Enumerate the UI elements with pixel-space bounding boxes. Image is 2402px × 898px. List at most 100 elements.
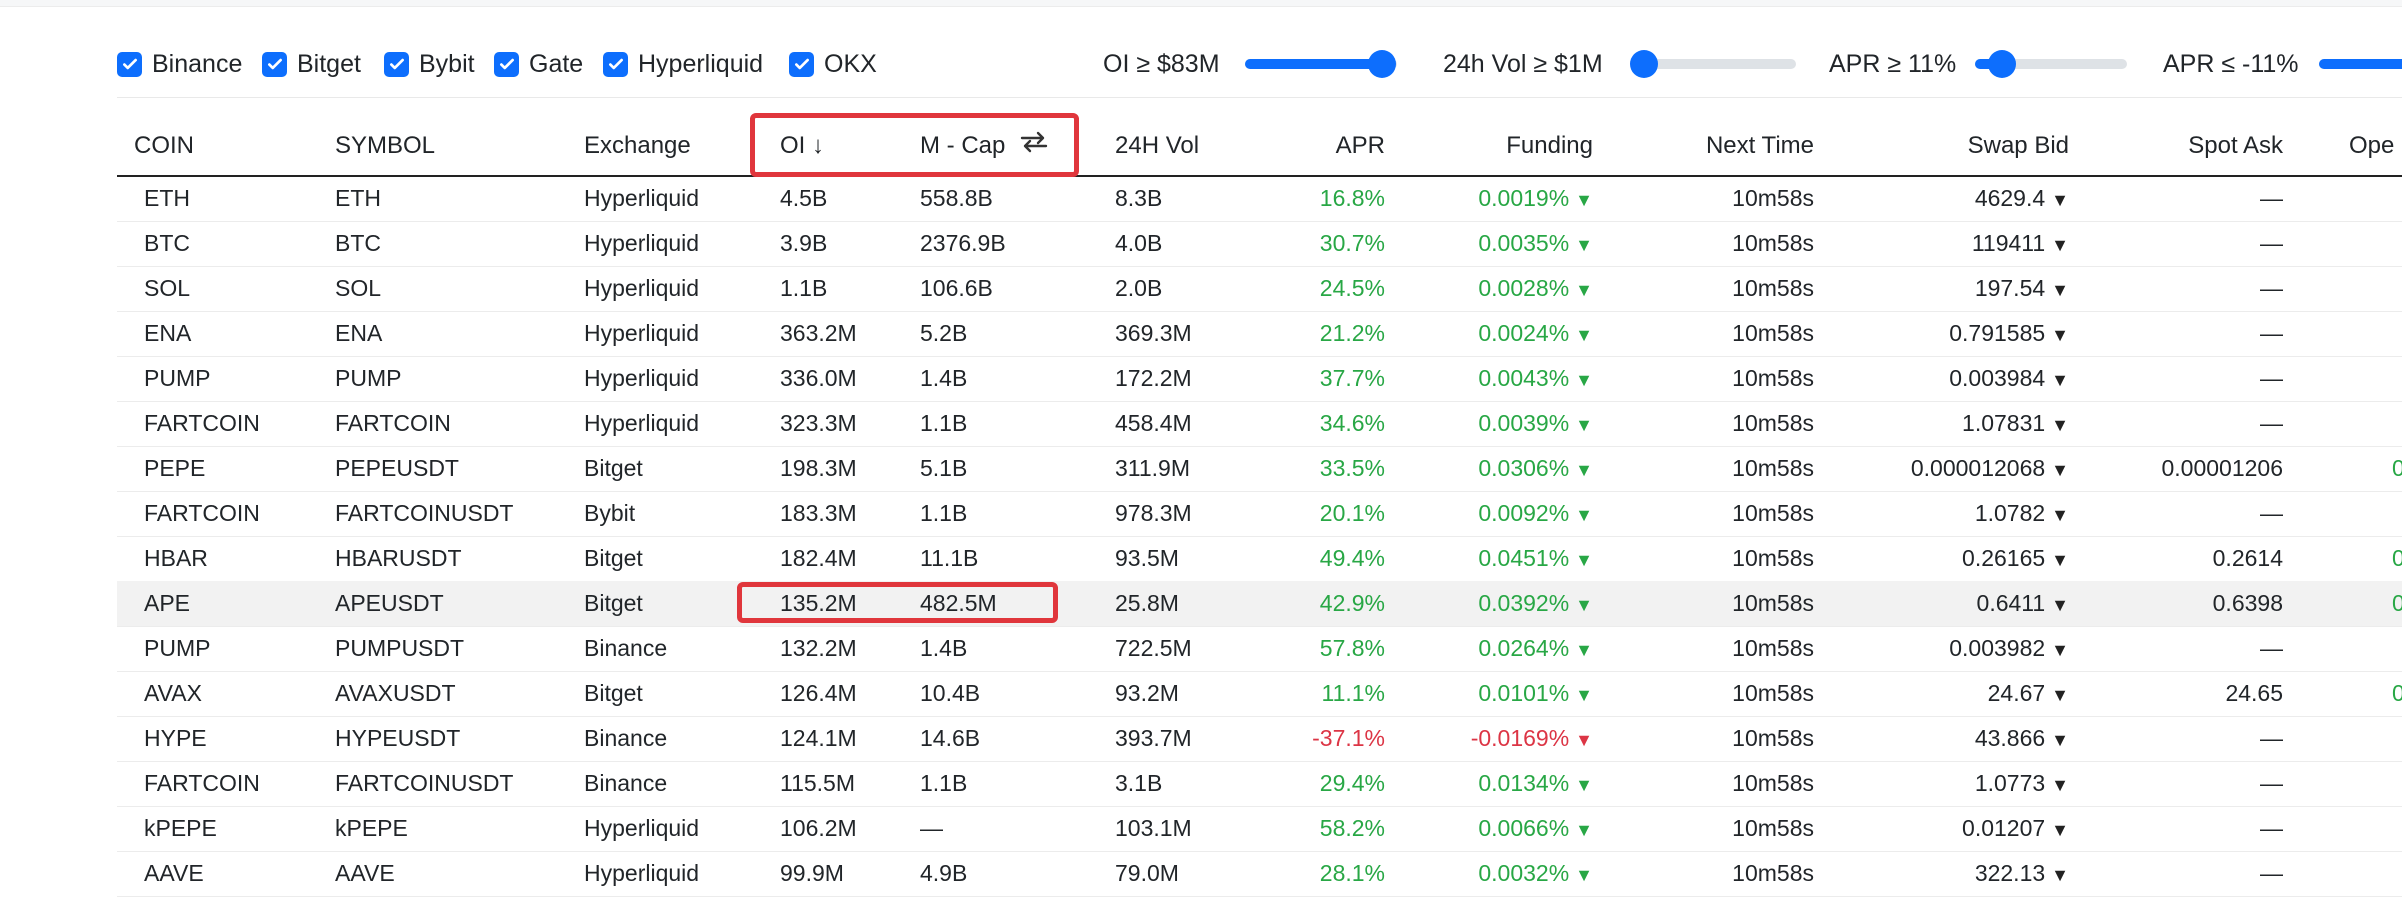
cell-apr: 16.8%	[1319, 185, 1385, 211]
table-row[interactable]: HYPE HYPEUSDT Binance 124.1M 14.6B 393.7M -37.…	[117, 716, 2402, 762]
cell-next-time: 10m58s	[1732, 635, 1814, 661]
oi-slider[interactable]	[1245, 50, 1397, 78]
header-next-time[interactable]: Next Time	[1662, 129, 1814, 163]
cell-next-time: 10m58s	[1732, 680, 1814, 706]
checkbox-okx[interactable]: OKX	[789, 49, 877, 79]
checkmark-icon[interactable]	[117, 51, 142, 77]
checkbox-label: Bybit	[419, 49, 475, 78]
checkbox-hyperliquid[interactable]: Hyperliquid	[603, 49, 763, 79]
table-row[interactable]: ENA ENA Hyperliquid 363.2M 5.2B 369.3M 21.2% 0.…	[117, 311, 2402, 357]
cell-spot-ask: —	[2260, 320, 2283, 346]
header-apr[interactable]: APR	[1299, 129, 1385, 163]
swap-bid-value: 1.0782	[1974, 500, 2046, 526]
swap-bid-value: 0.26165	[1962, 545, 2046, 571]
swap-bid-value: 322.13	[1974, 860, 2046, 886]
header-open[interactable]: Ope	[2349, 129, 2394, 163]
slider-thumb[interactable]	[1630, 50, 1658, 78]
table-row[interactable]: APE APEUSDT Bitget 135.2M 482.5M 25.8M 42.9% 0.…	[117, 581, 2402, 627]
cell-next-time: 10m58s	[1732, 545, 1814, 571]
checkbox-bitget[interactable]: Bitget	[262, 49, 361, 79]
cell-oi: 182.4M	[780, 545, 857, 571]
table-row[interactable]: HBAR HBARUSDT Bitget 182.4M 11.1B 93.5M 49.4% 0…	[117, 536, 2402, 582]
cell-exchange: Bitget	[584, 455, 643, 481]
cell-next-time: 10m58s	[1732, 500, 1814, 526]
cell-exchange: Hyperliquid	[584, 365, 700, 391]
cell-funding: 0.0032% ▼	[1451, 851, 1593, 896]
triangle-down-icon: ▼	[1575, 595, 1593, 615]
cell-apr: 24.5%	[1319, 275, 1385, 301]
vol-slider[interactable]	[1630, 50, 1796, 78]
funding-value: 0.0264%	[1478, 635, 1570, 661]
triangle-down-icon: ▼	[2051, 775, 2069, 795]
checkbox-bybit[interactable]: Bybit	[384, 49, 475, 79]
header-coin[interactable]: COIN	[134, 129, 194, 163]
checkbox-binance[interactable]: Binance	[117, 49, 242, 79]
cell-oi: 336.0M	[780, 365, 857, 391]
apr-pos-slider[interactable]	[1975, 50, 2127, 78]
header-spot-ask[interactable]: Spot Ask	[2127, 129, 2283, 163]
cell-apr: 11.1%	[1321, 680, 1385, 706]
checkmark-icon[interactable]	[262, 51, 287, 77]
table-row[interactable]: kPEPE kPEPE Hyperliquid 106.2M — 103.1M 58.2% 0…	[117, 806, 2402, 852]
slider-thumb[interactable]	[1988, 50, 2017, 78]
cell-exchange: Bitget	[584, 680, 643, 706]
table-row[interactable]: FARTCOIN FARTCOIN Hyperliquid 323.3M 1.1B 458…	[117, 401, 2402, 447]
cell-swap-bid: 0.6411 ▼	[1887, 581, 2069, 626]
funding-value: 0.0134%	[1478, 770, 1570, 796]
checkbox-gate[interactable]: Gate	[494, 49, 583, 79]
header-symbol[interactable]: SYMBOL	[335, 129, 435, 163]
cell-mcap: 4.9B	[920, 860, 968, 886]
cell-coin: AAVE	[144, 860, 204, 886]
cell-swap-bid: 43.866 ▼	[1887, 716, 2069, 761]
cell-symbol: PEPEUSDT	[335, 455, 459, 481]
cell-next-time: 10m58s	[1732, 455, 1814, 481]
triangle-down-icon: ▼	[2051, 595, 2069, 615]
table-row[interactable]: FARTCOIN FARTCOINUSDT Bybit 183.3M 1.1B 978.3…	[117, 491, 2402, 537]
checkmark-icon[interactable]	[789, 51, 814, 77]
cell-funding: -0.0169% ▼	[1451, 716, 1593, 761]
cell-oi: 198.3M	[780, 455, 857, 481]
cell-spot-ask: —	[2260, 230, 2283, 256]
table-row[interactable]: AAVE AAVE Hyperliquid 99.9M 4.9B 79.0M 28.1% 0.…	[117, 851, 2402, 897]
cell-spot-ask: —	[2260, 500, 2283, 526]
cell-funding: 0.0392% ▼	[1451, 581, 1593, 626]
table-row[interactable]: PUMP PUMPUSDT Binance 132.2M 1.4B 722.5M 57.8%…	[117, 626, 2402, 672]
checkmark-icon[interactable]	[494, 51, 519, 77]
highlight-row-box	[737, 582, 1058, 623]
cell-spot-ask: —	[2260, 410, 2283, 436]
funding-value: 0.0066%	[1478, 815, 1570, 841]
apr-neg-slider[interactable]	[2319, 59, 2402, 69]
cell-coin: PUMP	[144, 365, 211, 391]
cell-oi: 126.4M	[780, 680, 857, 706]
cell-funding: 0.0101% ▼	[1451, 671, 1593, 716]
cell-funding: 0.0066% ▼	[1451, 806, 1593, 851]
cell-funding: 0.0035% ▼	[1451, 221, 1593, 266]
triangle-down-icon: ▼	[2051, 550, 2069, 570]
cell-next-time: 10m58s	[1732, 320, 1814, 346]
cell-exchange: Hyperliquid	[584, 815, 700, 841]
table-row[interactable]: SOL SOL Hyperliquid 1.1B 106.6B 2.0B 24.5% 0.00…	[117, 266, 2402, 312]
cell-mcap: 14.6B	[920, 725, 981, 751]
cell-coin: BTC	[144, 230, 190, 256]
slider-thumb[interactable]	[1367, 50, 1396, 78]
table-row[interactable]: PEPE PEPEUSDT Bitget 198.3M 5.1B 311.9M 33.5% 0…	[117, 446, 2402, 492]
header-funding[interactable]: Funding	[1451, 129, 1593, 163]
cell-coin: HBAR	[144, 545, 208, 571]
cell-next-time: 10m58s	[1732, 410, 1814, 436]
table-row[interactable]: FARTCOIN FARTCOINUSDT Binance 115.5M 1.1B 3.1…	[117, 761, 2402, 807]
checkmark-icon[interactable]	[603, 51, 628, 77]
funding-value: 0.0024%	[1478, 320, 1570, 346]
header-24h-vol[interactable]: 24H Vol	[1115, 129, 1199, 163]
cell-spot-ask: 0.6398	[2212, 590, 2283, 616]
triangle-down-icon: ▼	[2051, 730, 2069, 750]
cell-vol: 722.5M	[1115, 635, 1192, 661]
header-swap-bid[interactable]: Swap Bid	[1887, 129, 2069, 163]
swap-bid-value: 0.003984	[1949, 365, 2046, 391]
triangle-down-icon: ▼	[2051, 235, 2069, 255]
checkmark-icon[interactable]	[384, 51, 409, 77]
table-row[interactable]: AVAX AVAXUSDT Bitget 126.4M 10.4B 93.2M 11.1% 0…	[117, 671, 2402, 717]
header-exchange[interactable]: Exchange	[584, 129, 691, 163]
table-row[interactable]: ETH ETH Hyperliquid 4.5B 558.8B 8.3B 16.8% 0.00…	[117, 176, 2402, 222]
table-row[interactable]: BTC BTC Hyperliquid 3.9B 2376.9B 4.0B 30.7% 0.0…	[117, 221, 2402, 267]
table-row[interactable]: PUMP PUMP Hyperliquid 336.0M 1.4B 172.2M 37.7%…	[117, 356, 2402, 402]
